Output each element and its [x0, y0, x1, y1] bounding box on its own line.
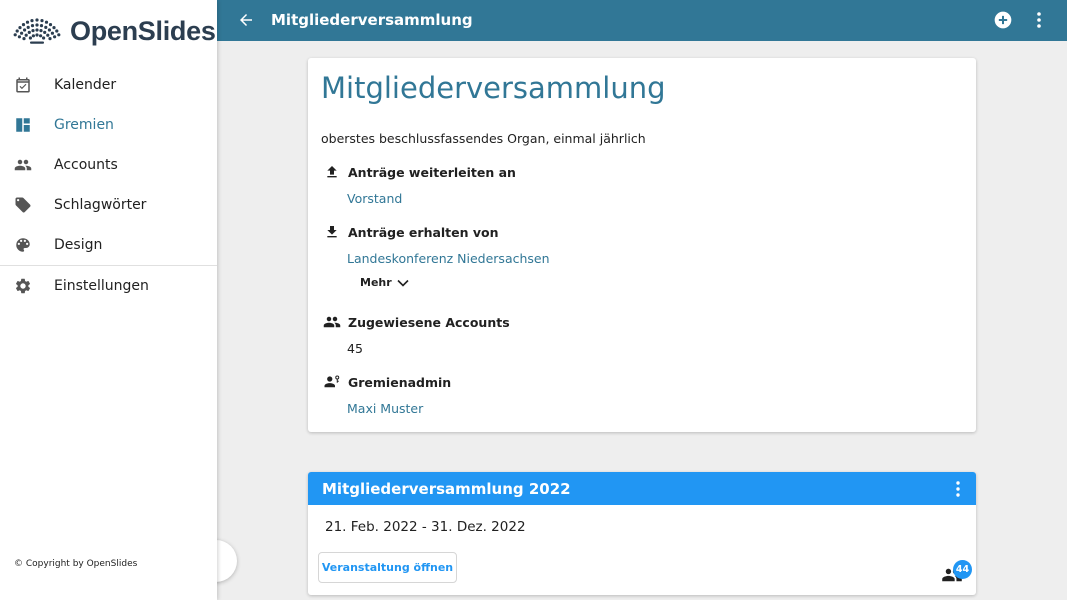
- calendar-icon: [14, 76, 32, 94]
- sidebar-item-design[interactable]: Design: [0, 225, 217, 265]
- more-vert-icon: [956, 481, 960, 497]
- more-toggle-label: Mehr: [360, 276, 392, 289]
- app-name: OpenSlides: [70, 15, 216, 46]
- palette-icon: [14, 236, 32, 254]
- add-circle-icon: [994, 11, 1012, 29]
- sidebar: OpenSlides Kalender Gremien Accounts Sch…: [0, 0, 217, 600]
- admin-user-link[interactable]: Maxi Muster: [347, 401, 423, 416]
- receive-committee-link[interactable]: Landeskonferenz Niedersachsen: [347, 251, 550, 266]
- people-icon: [14, 156, 32, 174]
- meeting-title: Mitgliederversammlung 2022: [322, 480, 571, 498]
- admin-label: Gremienadmin: [348, 374, 452, 390]
- meeting-dates: 21. Feb. 2022 - 31. Dez. 2022: [325, 519, 526, 535]
- logo[interactable]: OpenSlides: [13, 14, 216, 48]
- forward-section-header: Anträge weiterleiten an: [322, 162, 516, 182]
- admin-section-header: Gremienadmin: [322, 372, 451, 392]
- gear-icon: [14, 277, 32, 295]
- accounts-label: Zugewiesene Accounts: [348, 314, 510, 330]
- sidebar-item-label: Schlagwörter: [54, 197, 147, 213]
- chevron-down-icon: [397, 279, 409, 287]
- back-button[interactable]: [237, 11, 255, 33]
- accounts-section-header: Zugewiesene Accounts: [322, 312, 510, 332]
- more-menu-button[interactable]: [1031, 10, 1047, 34]
- dashboard-icon: [14, 116, 32, 134]
- sidebar-item-label: Accounts: [54, 157, 118, 173]
- committee-description: oberstes beschlussfassendes Organ, einma…: [321, 131, 646, 146]
- admin-people-icon: [322, 372, 342, 392]
- meeting-card-header[interactable]: Mitgliederversammlung 2022: [308, 472, 976, 505]
- upload-icon: [322, 162, 342, 182]
- meeting-more-button[interactable]: [951, 479, 965, 503]
- committee-detail-card: Mitgliederversammlung oberstes beschluss…: [308, 58, 976, 432]
- tag-icon: [14, 196, 32, 214]
- openslides-logo-icon: [13, 18, 61, 44]
- participant-count-badge: 44: [953, 560, 972, 579]
- sidebar-item-einstellungen[interactable]: Einstellungen: [0, 266, 217, 306]
- open-meeting-button[interactable]: Veranstaltung öffnen: [318, 552, 457, 583]
- forward-label: Anträge weiterleiten an: [348, 164, 516, 180]
- forward-committee-link[interactable]: Vorstand: [347, 191, 402, 206]
- committee-title: Mitgliederversammlung: [321, 71, 666, 105]
- sidebar-item-label: Gremien: [54, 117, 114, 133]
- sidebar-item-gremien[interactable]: Gremien: [0, 105, 217, 145]
- sidebar-item-accounts[interactable]: Accounts: [0, 145, 217, 185]
- top-bar: Mitgliederversammlung: [217, 0, 1067, 41]
- sidebar-nav: Kalender Gremien Accounts Schlagwörter D…: [0, 65, 217, 306]
- sidebar-item-label: Kalender: [54, 77, 117, 93]
- receive-section-header: Anträge erhalten von: [322, 222, 499, 242]
- page-title: Mitgliederversammlung: [271, 11, 473, 29]
- download-icon: [322, 222, 342, 242]
- sidebar-item-label: Design: [54, 237, 103, 253]
- more-toggle-button[interactable]: Mehr: [360, 276, 409, 289]
- receive-label: Anträge erhalten von: [348, 224, 499, 240]
- more-vert-icon: [1037, 12, 1041, 28]
- people-icon: [322, 312, 342, 332]
- add-button[interactable]: [993, 10, 1013, 34]
- meeting-card: Mitgliederversammlung 2022 21. Feb. 2022…: [308, 472, 976, 595]
- accounts-count: 45: [347, 341, 363, 356]
- sidebar-item-label: Einstellungen: [54, 278, 149, 294]
- arrow-back-icon: [240, 14, 252, 26]
- sidebar-item-schlagwoerter[interactable]: Schlagwörter: [0, 185, 217, 225]
- sidebar-item-kalender[interactable]: Kalender: [0, 65, 217, 105]
- copyright-text: © Copyright by OpenSlides: [14, 559, 138, 569]
